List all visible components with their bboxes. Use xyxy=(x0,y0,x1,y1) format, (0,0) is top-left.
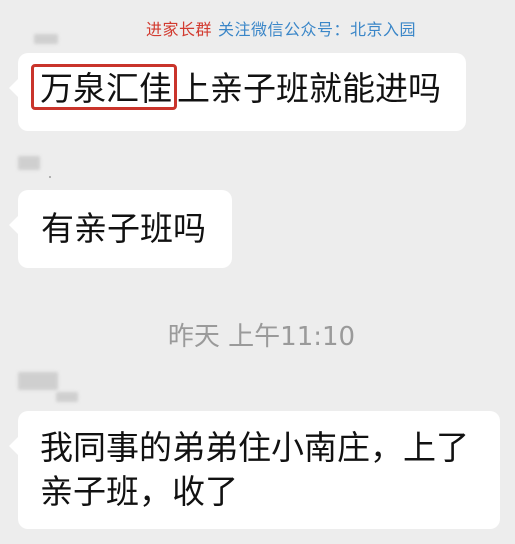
message-text: 上亲子班就能进吗 xyxy=(177,69,441,108)
banner-red-text: 进家长群 xyxy=(146,20,213,39)
message-text-line: 我同事的弟弟住小南庄，上了 xyxy=(40,428,469,467)
redacted-sender-name xyxy=(18,372,58,390)
stray-dot xyxy=(49,176,51,178)
chat-timestamp: 昨天 上午11:10 xyxy=(167,322,356,352)
redacted-sender-name xyxy=(56,392,78,402)
watermark-banner: 进家长群 关注微信公众号：北京入园 xyxy=(146,16,416,40)
chat-message-bubble[interactable]: 有亲子班吗 xyxy=(9,190,232,268)
chat-message-bubble[interactable]: 万泉汇佳 上亲子班就能进吗 xyxy=(9,53,466,131)
redacted-sender-name xyxy=(18,156,40,170)
message-text-line: 亲子班，收了 xyxy=(40,472,238,511)
banner-blue-text: 关注微信公众号：北京入园 xyxy=(218,20,417,39)
highlighted-school-name: 万泉汇佳 xyxy=(31,64,177,110)
message-text: 有亲子班吗 xyxy=(41,209,206,248)
redacted-sender-name xyxy=(34,34,58,44)
chat-message-bubble[interactable]: 我同事的弟弟住小南庄，上了 亲子班，收了 xyxy=(9,411,500,529)
